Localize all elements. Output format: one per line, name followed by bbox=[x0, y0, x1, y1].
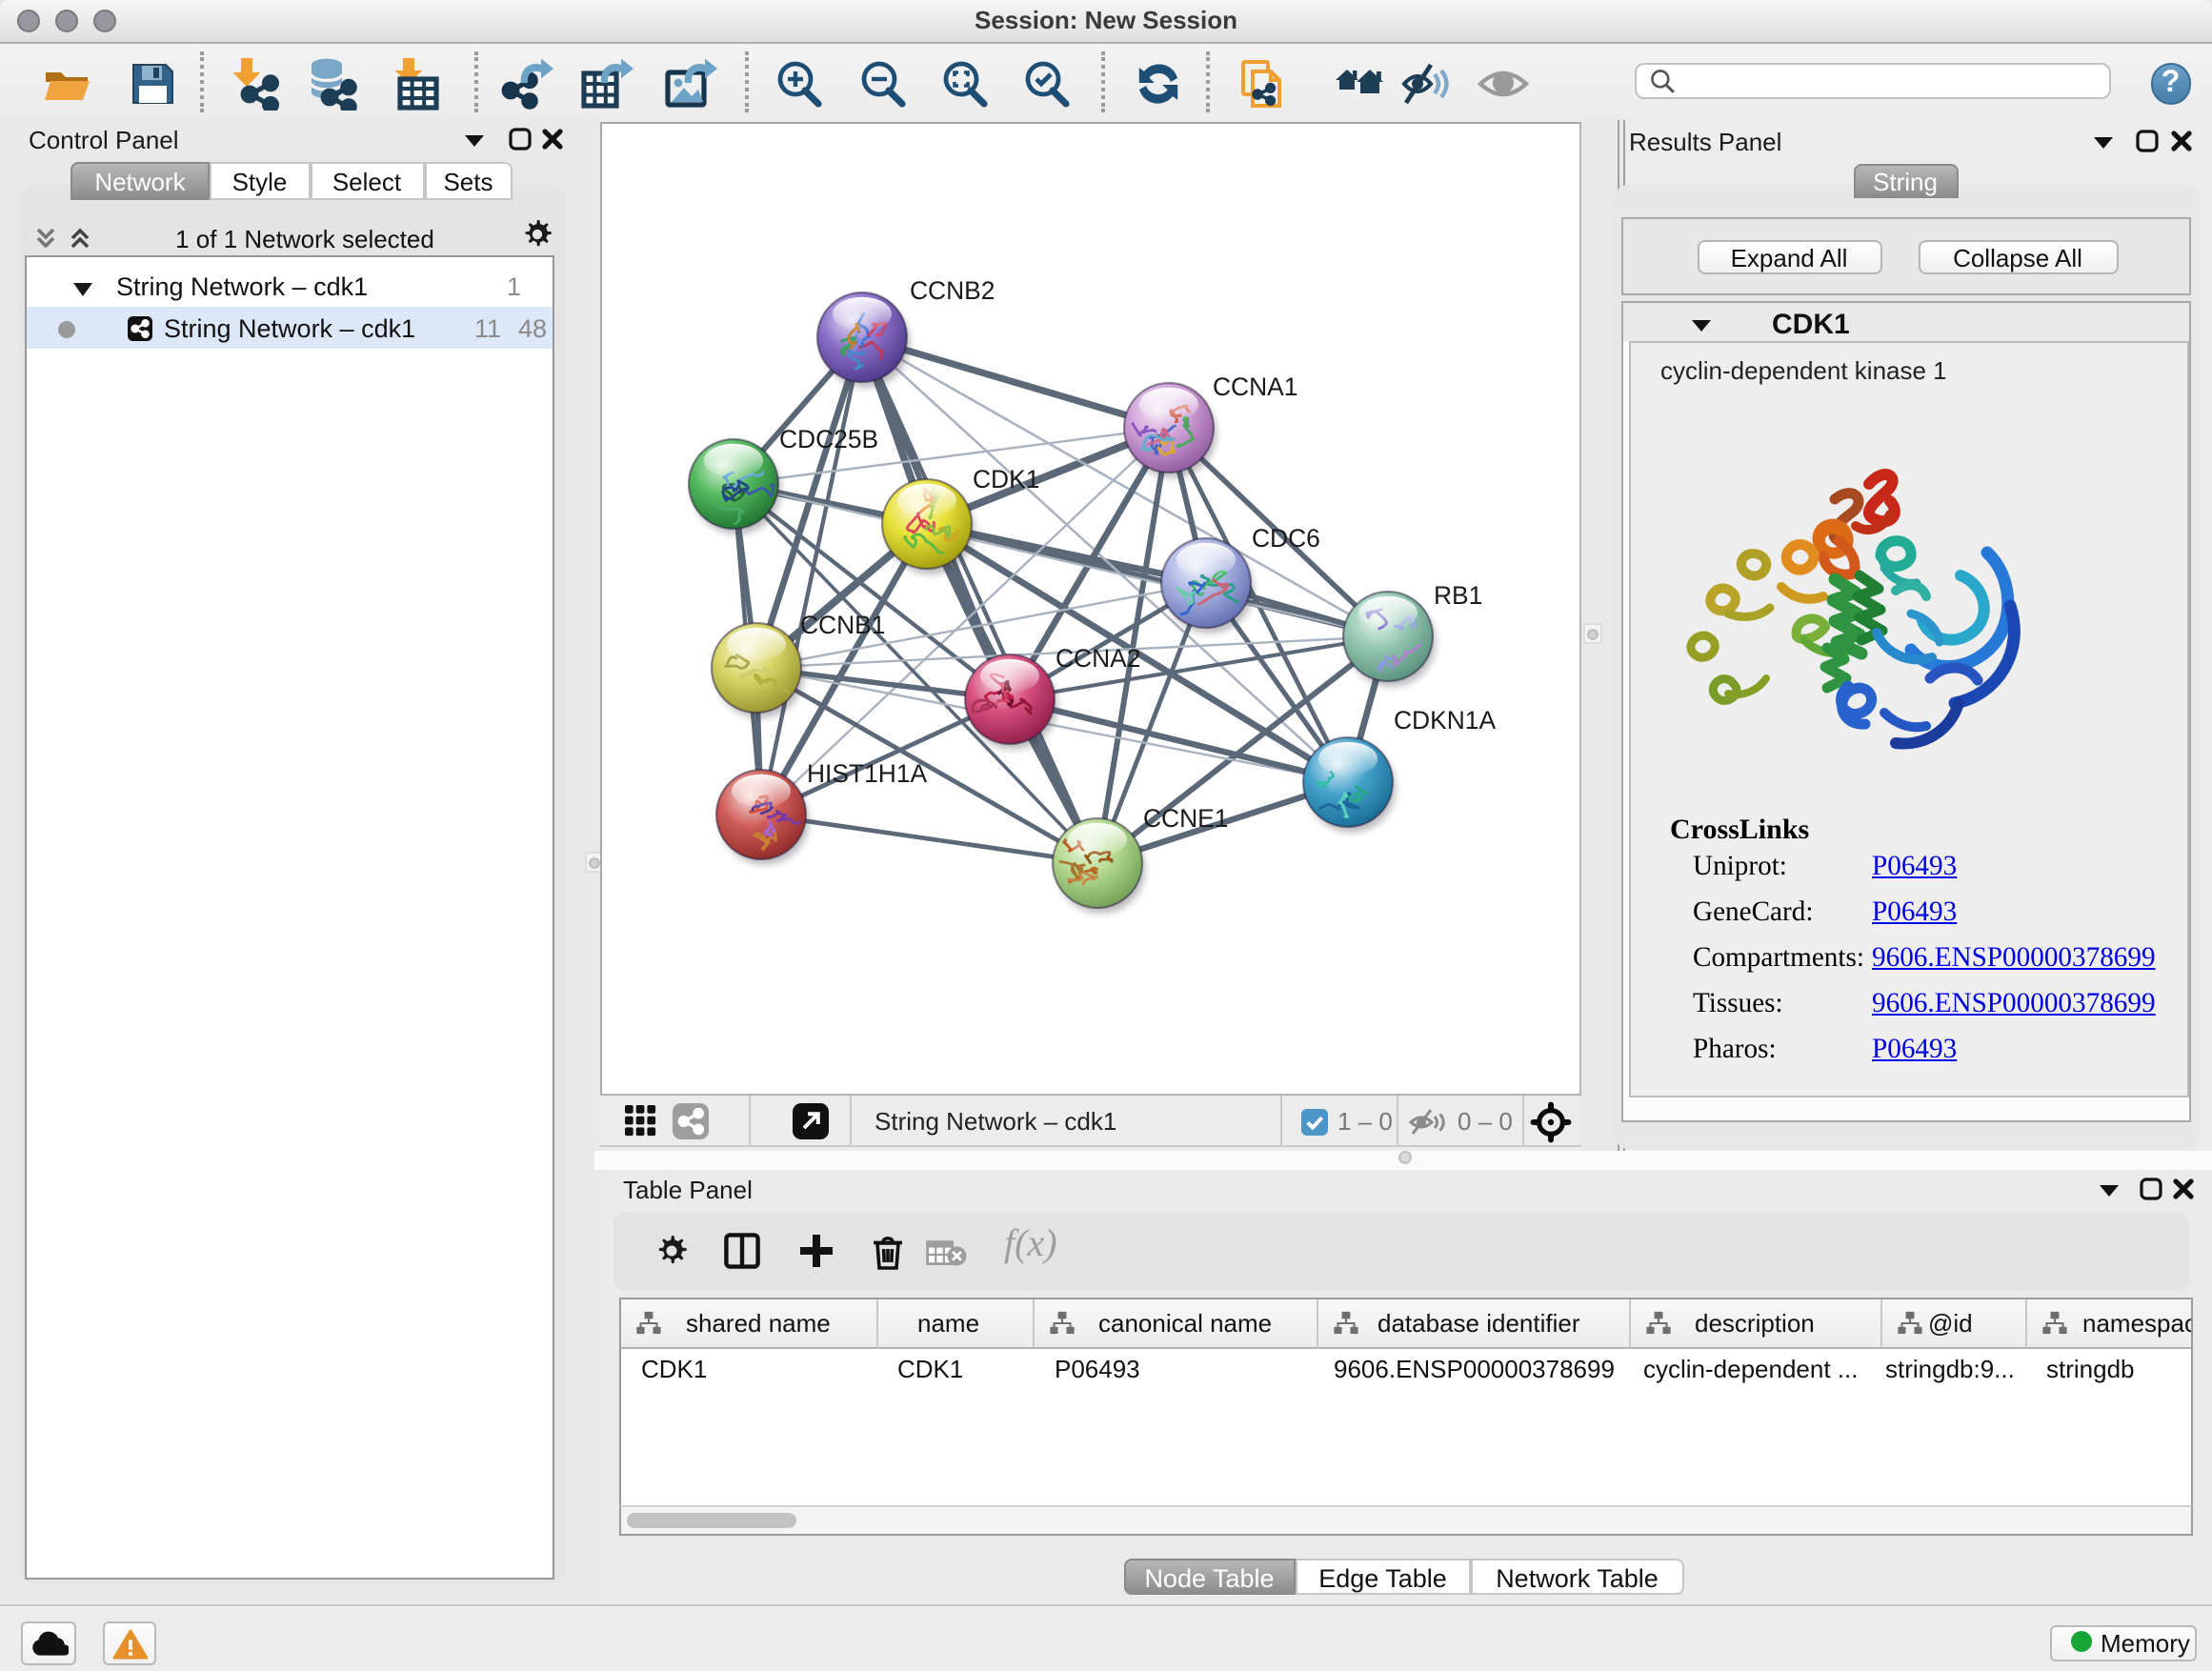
svg-text:CCNB2: CCNB2 bbox=[909, 276, 994, 305]
svg-text:CCNA2: CCNA2 bbox=[1055, 644, 1139, 673]
svg-text:HIST1H1A: HIST1H1A bbox=[806, 759, 927, 788]
svg-text:CCNB1: CCNB1 bbox=[799, 611, 884, 639]
svg-text:CCNE1: CCNE1 bbox=[1142, 804, 1227, 833]
svg-text:CDC6: CDC6 bbox=[1251, 524, 1319, 553]
svg-text:CDC25B: CDC25B bbox=[778, 425, 877, 453]
svg-text:CDK1: CDK1 bbox=[972, 465, 1038, 493]
svg-text:CDKN1A: CDKN1A bbox=[1393, 706, 1495, 735]
svg-text:RB1: RB1 bbox=[1433, 581, 1481, 610]
svg-text:CCNA1: CCNA1 bbox=[1212, 372, 1297, 401]
